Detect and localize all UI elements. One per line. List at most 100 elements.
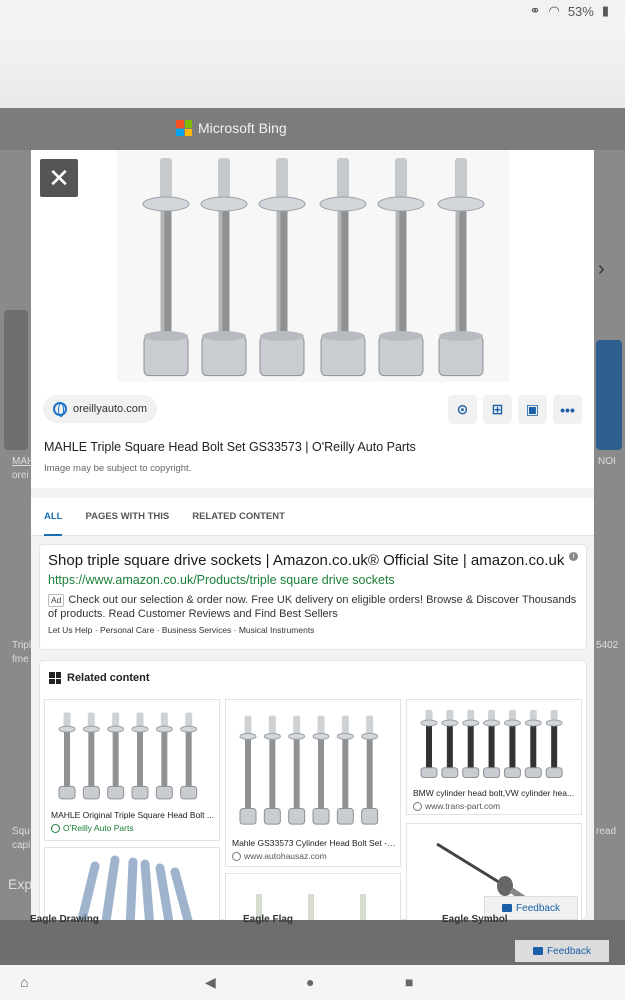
battery-level: 53% [567,3,594,19]
related-source: www.trans-part.com [413,801,500,811]
globe-icon [413,801,422,811]
feedback-label: Feedback [547,945,591,957]
related-card[interactable]: BMW cylinder head bolt,VW cylinder hea..… [406,699,582,815]
bing-logo[interactable]: Microsoft Bing [176,120,287,136]
globe-icon [53,402,67,417]
bg-caption: NOI [598,456,616,467]
visual-search-button[interactable]: ⊙ [448,395,477,424]
thumbnail-bolt [462,709,480,779]
feedback-label: Feedback [516,902,560,914]
bg-explore-heading: Exp [8,876,33,892]
related-caption: Mahle GS33573 Cylinder Head Bolt Set - .… [232,838,396,848]
related-card[interactable] [44,847,220,920]
thumbnail-bolt [58,712,76,800]
link-icon: ⚭ [529,3,541,18]
bolt-thumbnail [77,855,193,920]
background-thumbnail [596,340,622,450]
tab-related-content[interactable]: RELATED CONTENT [192,502,285,536]
home-circle-icon[interactable]: ● [306,974,314,990]
related-card[interactable]: Mahle GS33573 Cylinder Head Bolt Set - .… [225,699,401,867]
more-button[interactable]: ••• [553,395,582,424]
related-thumbnail [407,700,581,782]
tab-all[interactable]: ALL [44,502,63,536]
bg-caption: Squ [12,826,30,837]
add-to-collection-icon: ⊞ [491,401,504,417]
related-thumbnail [226,700,400,830]
info-icon[interactable]: i [569,552,578,561]
home-icon[interactable]: ⌂ [20,974,28,990]
chevron-right-icon[interactable]: › [598,258,605,281]
thumbnail-bolt [420,709,438,779]
bolt-thumbnail [239,715,379,825]
image-detail-modal: ✕ oreillyauto.com ⊙ ⊞ ▣ ••• MAHLE Triple… [31,150,594,920]
bg-caption: fme [12,654,29,665]
add-to-collection-button[interactable]: ⊞ [483,395,512,424]
related-card[interactable]: MAHLE Original Triple Square Head Bolt .… [44,699,220,841]
tab-bar: ALL PAGES WITH THIS RELATED CONTENT [31,502,594,536]
image-title[interactable]: MAHLE Triple Square Head Bolt Set GS3357… [44,440,416,454]
bolt-set-image [117,150,509,382]
related-source-text: www.trans-part.com [425,801,501,811]
related-source-text: www.autohausaz.com [244,851,327,861]
section-divider [31,488,594,498]
copyright-note: Image may be subject to copyright. [44,463,192,474]
bolt-thumbnail [420,709,563,779]
related-caption: MAHLE Original Triple Square Head Bolt .… [51,810,214,820]
ad-label: Ad [48,594,65,608]
ad-title[interactable]: Shop triple square drive sockets | Amazo… [48,552,578,569]
related-content-heading: Related content [49,672,150,684]
thumbnail-bolt [312,715,330,825]
related-source-text: O'Reilly Auto Parts [63,823,134,833]
recents-icon[interactable]: ■ [405,974,413,990]
close-button[interactable]: ✕ [40,159,78,197]
page-feedback-button[interactable]: Feedback [515,940,609,962]
close-icon: ✕ [48,162,70,193]
thumbnail-bolt [263,715,281,825]
source-chip[interactable]: oreillyauto.com [43,395,157,423]
thumbnail-bolt [107,712,125,800]
back-icon[interactable]: ◀ [205,974,216,991]
thumbnail-bolt [155,712,173,800]
bg-caption: read [596,826,617,837]
thumbnail-bolt [82,712,100,800]
ad-url[interactable]: https://www.amazon.co.uk/Products/triple… [48,573,578,587]
battery-icon: ▮ [601,3,609,18]
related-source: O'Reilly Auto Parts [51,823,134,833]
thumbnail-bolt [336,715,354,825]
ad-description: Ad Check out our selection & order now. F… [48,593,578,622]
image-actions: ⊙ ⊞ ▣ ••• [448,395,582,424]
bg-caption: Tripl [12,640,32,651]
related-source: www.autohausaz.com [232,851,327,861]
explore-label[interactable]: Eagle Flag [243,914,293,925]
thumbnail-bolt [239,715,257,825]
verified-icon [51,823,60,833]
sponsored-result[interactable]: Shop triple square drive sockets | Amazo… [39,544,587,650]
thumbnail-bolt [545,709,563,779]
related-thumbnail [45,700,219,804]
explore-label[interactable]: Eagle Symbol [442,914,508,925]
tab-pages-with-this[interactable]: PAGES WITH THIS [85,502,169,536]
source-domain: oreillyauto.com [73,403,147,415]
thumbnail-bolt [288,715,306,825]
bg-caption: capi [12,840,31,851]
related-content-panel: Related content MAHLE Original Triple Sq… [39,660,587,920]
feedback-icon [533,947,544,955]
thumbnail-bolt [441,709,459,779]
related-caption: BMW cylinder head bolt,VW cylinder hea..… [413,788,575,798]
bing-header [0,108,625,150]
explore-label[interactable]: Eagle Drawing [30,914,99,925]
visual-search-icon: ⊙ [456,401,469,417]
thumbnail-bolt [131,712,149,800]
thumbnail-bolt [180,712,198,800]
globe-icon [232,851,241,861]
ad-sitelinks[interactable]: Let Us Help · Personal Care · Business S… [48,625,578,635]
related-card[interactable] [225,873,401,920]
bg-caption: orei [12,470,29,481]
thumbnail-bolt [361,715,379,825]
background-thumbnail [4,310,28,450]
microsoft-logo-icon [176,120,192,136]
bg-caption: 5402 [596,640,619,651]
view-image-button[interactable]: ▣ [518,395,547,424]
browser-chrome [0,22,625,108]
bolt-thumbnail [58,712,198,800]
